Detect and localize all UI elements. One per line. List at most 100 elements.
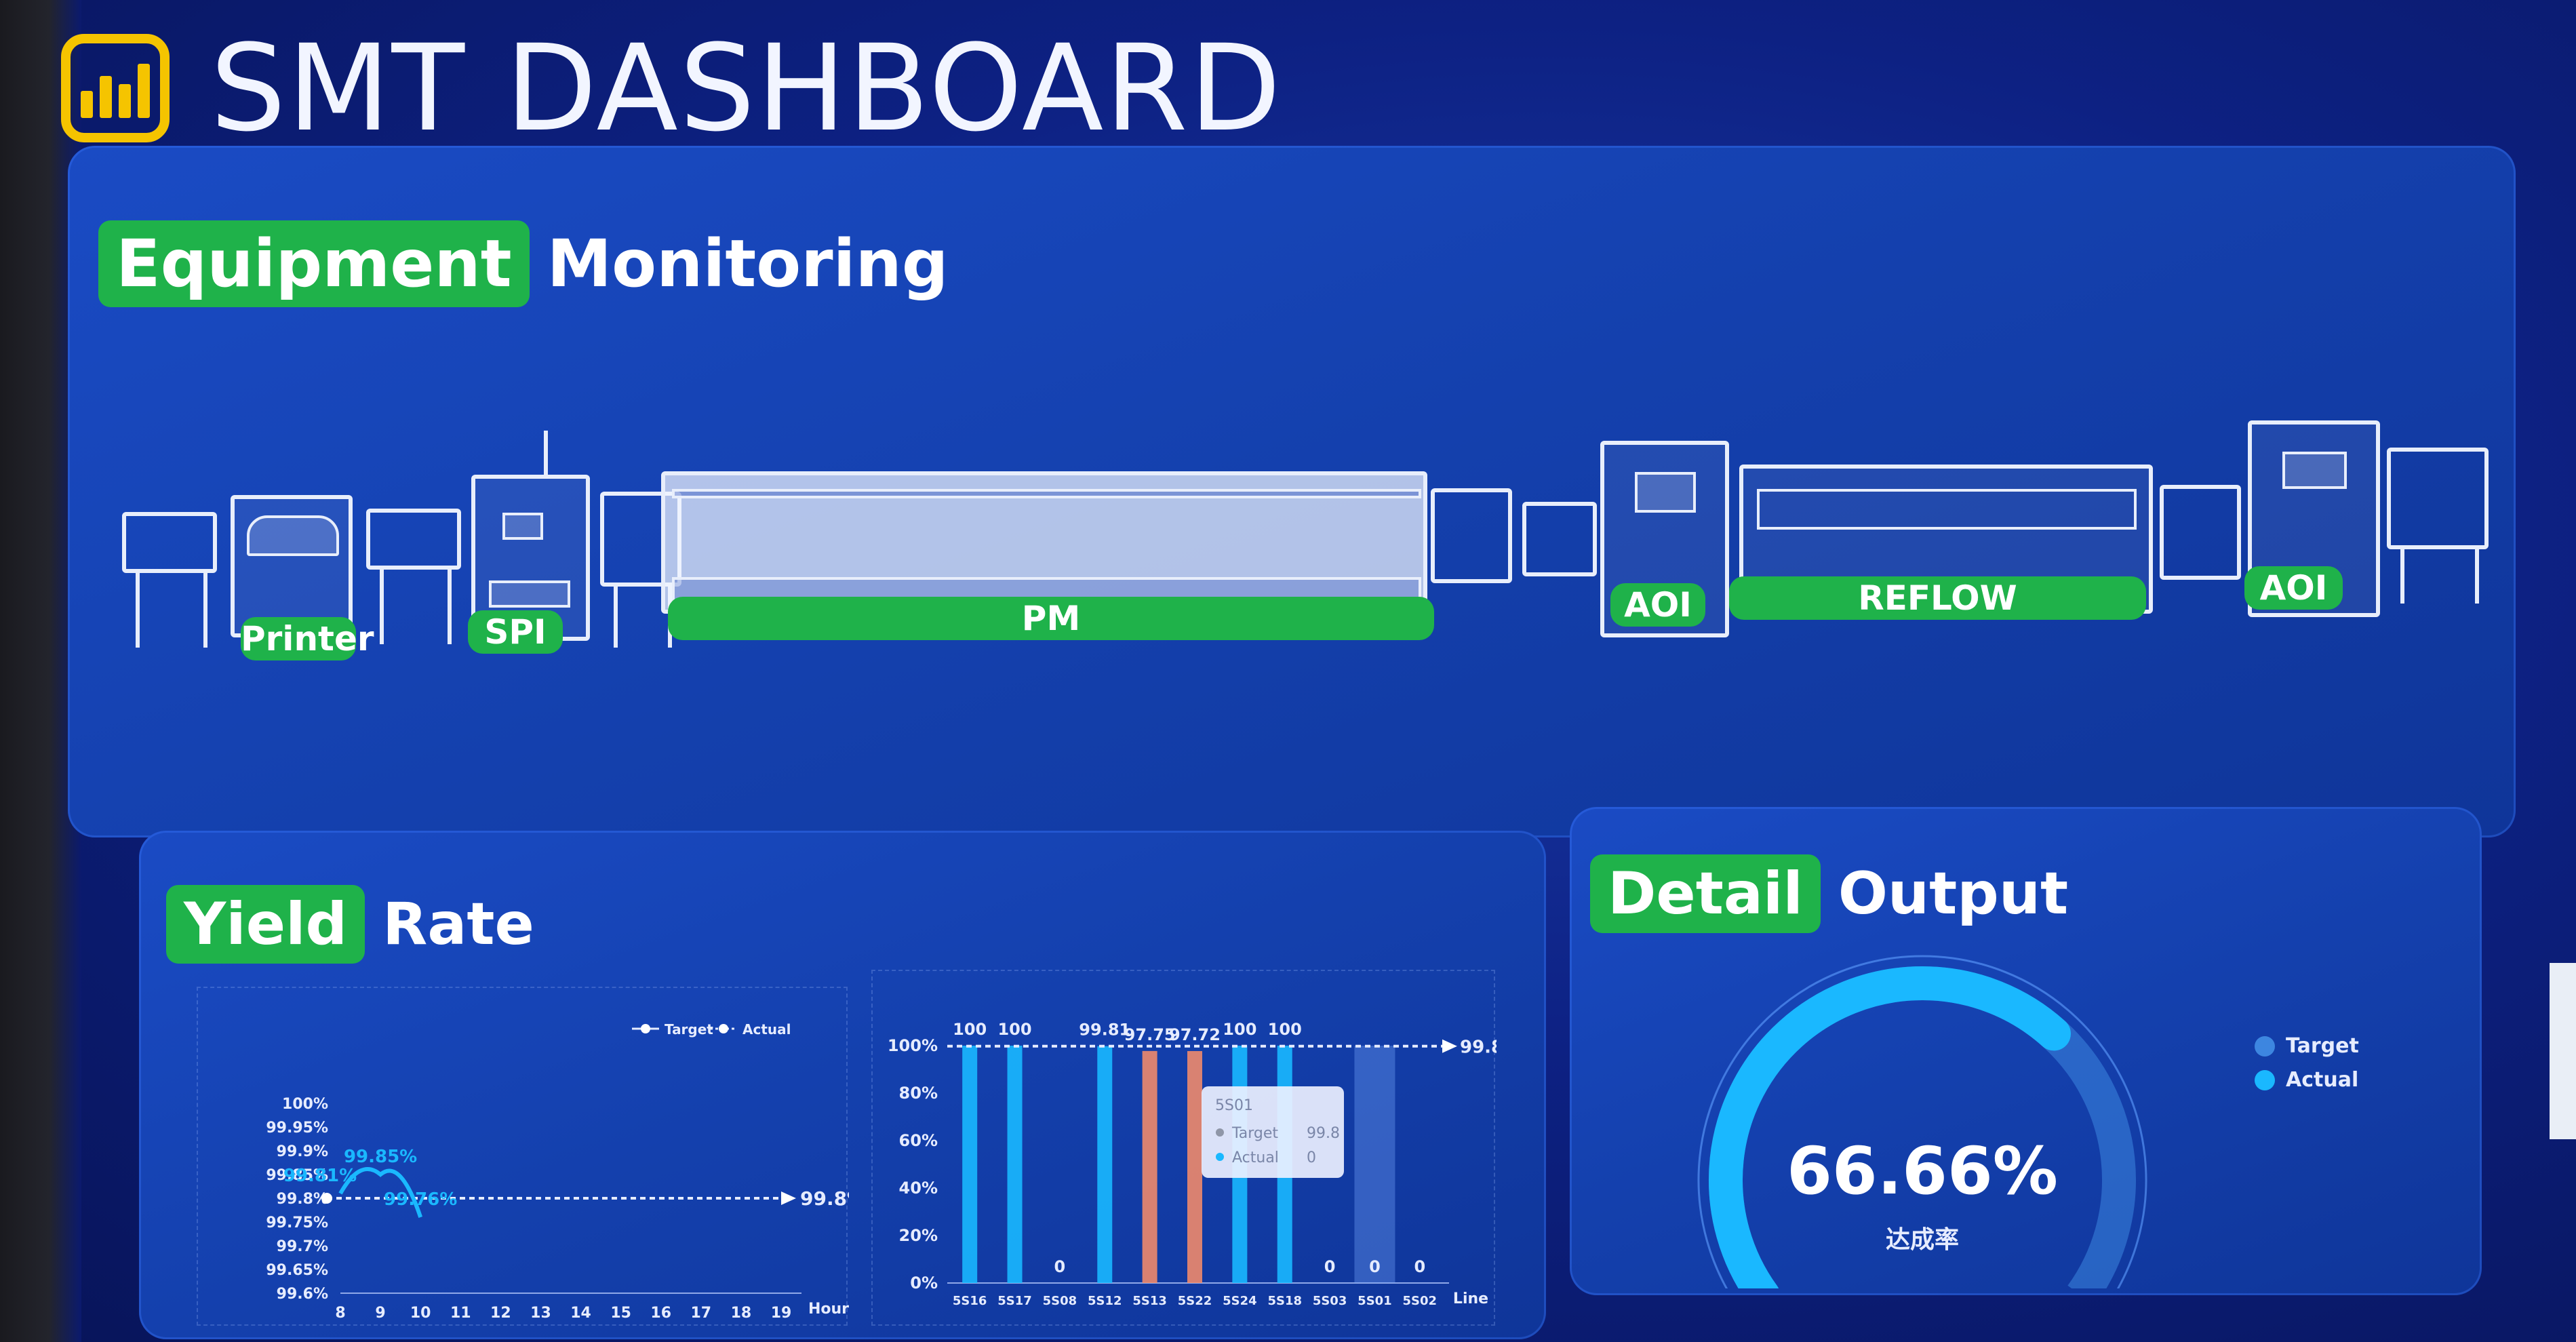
x-tick-label: 11 xyxy=(450,1305,471,1322)
actual-bar xyxy=(1097,1046,1113,1283)
x-tick-label: 5S22 xyxy=(1178,1294,1212,1308)
y-tick-label: 0% xyxy=(910,1274,938,1292)
x-tick-label: 15 xyxy=(610,1305,631,1322)
station-label-aoi-1: AOI xyxy=(1610,583,1705,627)
target-arrow-icon xyxy=(1442,1039,1457,1053)
tooltip-actual-value: 0 xyxy=(1307,1149,1316,1166)
bar-value-label: 100 xyxy=(997,1020,1031,1039)
equipment-panel-title: Equipment Monitoring xyxy=(98,220,949,307)
legend-target[interactable]: Target xyxy=(2255,1034,2359,1058)
gauge-percent-value: 66.66% xyxy=(1787,1133,2058,1209)
conveyor-machine[interactable] xyxy=(122,512,217,573)
tooltip-target-value: 99.8 xyxy=(1307,1125,1340,1142)
title-tag: Detail xyxy=(1590,854,1821,933)
actual-point-label: 99.85% xyxy=(344,1147,417,1167)
conveyor-machine[interactable] xyxy=(366,509,461,570)
line-yield-chart[interactable]: 100% 80% 60% 40% 20% 0% 100 5S16 100 5S17 0 5S08 99.… xyxy=(871,970,1521,1326)
station-label-spi: SPI xyxy=(468,610,563,654)
actual-bar xyxy=(962,1046,978,1283)
target-end-label: 99.8% xyxy=(1460,1038,1497,1058)
legend-actual-marker xyxy=(719,1024,728,1033)
conveyor-machine[interactable] xyxy=(2387,448,2489,549)
x-tick-label: 5S13 xyxy=(1132,1294,1167,1308)
x-tick-label: 5S03 xyxy=(1313,1294,1347,1308)
bar-value-label: 100 xyxy=(1223,1020,1256,1039)
y-tick-label: 99.65% xyxy=(266,1262,328,1279)
bar-value-label: 0 xyxy=(1324,1257,1336,1276)
tooltip-actual-dot-icon xyxy=(1216,1153,1224,1161)
bar-value-label: 100 xyxy=(953,1020,987,1039)
target-dot-icon xyxy=(2255,1035,2275,1057)
bar-value-label: 0 xyxy=(1414,1257,1425,1276)
title-rest: Output xyxy=(1838,860,2069,928)
selected-category-highlight xyxy=(1354,1046,1395,1283)
station-label-pm: PM xyxy=(668,597,1434,640)
bar-value-label: 0 xyxy=(1369,1257,1381,1276)
bar-value-label: 97.72 xyxy=(1169,1025,1221,1044)
yield-rate-panel: Yield Rate Target Actual 100% 99.95% 99.9% 99… xyxy=(139,831,1546,1339)
actual-bar xyxy=(1187,1050,1202,1283)
y-tick-label: 80% xyxy=(899,1084,938,1103)
title-rest: Rate xyxy=(382,890,534,958)
tooltip-title: 5S01 xyxy=(1215,1097,1253,1114)
x-tick-label: 5S02 xyxy=(1403,1294,1438,1308)
x-tick-label: 5S12 xyxy=(1088,1294,1122,1308)
actual-bar xyxy=(1142,1050,1157,1283)
x-tick-label: 5S01 xyxy=(1358,1294,1392,1308)
chart-logo-icon xyxy=(61,34,170,142)
y-tick-label: 99.95% xyxy=(266,1120,328,1137)
x-tick-label: 9 xyxy=(375,1305,385,1322)
background-object xyxy=(2550,963,2576,1139)
x-tick-label: 8 xyxy=(335,1305,345,1322)
printer-machine[interactable] xyxy=(231,495,353,637)
bar-chart-svg: 100% 80% 60% 40% 20% 0% 100 5S16 100 5S17 0 5S08 99.… xyxy=(888,1020,1521,1308)
line-chart-svg: Target Actual100%99.95%99.9%99.85%99.8%99… xyxy=(266,1021,866,1322)
x-tick-label: 19 xyxy=(771,1305,792,1322)
y-tick-label: 60% xyxy=(899,1131,938,1150)
actual-point-label: 99.81% xyxy=(283,1166,357,1186)
actual-point-label: 99.76% xyxy=(384,1189,457,1210)
x-tick-label: 5S17 xyxy=(997,1294,1032,1308)
x-axis-unit: Hour xyxy=(808,1301,849,1318)
conveyor-machine[interactable] xyxy=(1431,488,1512,583)
x-tick-label: 16 xyxy=(650,1305,671,1322)
gauge-caption: 达成率 xyxy=(1886,1226,1959,1254)
bar-value-label: 99.81 xyxy=(1079,1021,1130,1040)
legend-actual-label: Actual xyxy=(742,1021,791,1038)
legend-actual[interactable]: Actual xyxy=(2255,1068,2358,1092)
bar-value-label: 97.75 xyxy=(1124,1025,1176,1044)
legend-target-label: Target xyxy=(665,1021,713,1038)
x-tick-label: 5S18 xyxy=(1267,1294,1302,1308)
target-arrow-icon xyxy=(781,1191,796,1205)
x-tick-label: 5S16 xyxy=(953,1294,987,1308)
dashboard-screen: SMT DASHBOARD Equipment Monitoring Print… xyxy=(0,0,2576,1342)
actual-bar xyxy=(1007,1046,1023,1283)
conveyor-machine[interactable] xyxy=(1522,502,1597,576)
actual-dot-icon xyxy=(2255,1069,2275,1090)
yield-panel-title: Yield Rate xyxy=(166,885,534,964)
pm-placement-machines[interactable] xyxy=(661,471,1427,614)
station-label-reflow: REFLOW xyxy=(1729,576,2146,620)
y-tick-label: 99.8% xyxy=(277,1191,328,1208)
y-tick-label: 100% xyxy=(282,1096,328,1113)
x-tick-label: 12 xyxy=(490,1305,511,1322)
y-tick-label: 40% xyxy=(899,1179,938,1198)
conveyor-machine[interactable] xyxy=(2160,485,2241,580)
dashboard-header: SMT DASHBOARD xyxy=(61,18,1283,158)
title-tag: Equipment xyxy=(98,220,530,307)
legend-target-marker xyxy=(641,1024,650,1033)
bar-value-label: 100 xyxy=(1268,1020,1302,1039)
x-tick-label: 5S08 xyxy=(1043,1294,1077,1308)
title-rest: Monitoring xyxy=(547,226,949,302)
hourly-yield-chart[interactable]: Target Actual 100% 99.95% 99.9% 99.85% 99.8% 99… xyxy=(197,987,866,1326)
y-tick-label: 99.75% xyxy=(266,1215,328,1231)
target-end-label: 99.8% xyxy=(800,1187,849,1210)
station-label-printer: Printer xyxy=(241,617,374,660)
tooltip-target-dot-icon xyxy=(1216,1128,1224,1137)
output-panel-title: Detail Output xyxy=(1590,854,2068,933)
detail-output-panel: Detail Output 66.66% 达成率 Target Actual xyxy=(1570,807,2482,1295)
page-title: SMT DASHBOARD xyxy=(210,18,1283,158)
output-gauge: 66.66% 达成率 xyxy=(1697,955,2147,1288)
y-tick-label: 20% xyxy=(899,1226,938,1245)
y-tick-label: 99.9% xyxy=(277,1143,328,1160)
